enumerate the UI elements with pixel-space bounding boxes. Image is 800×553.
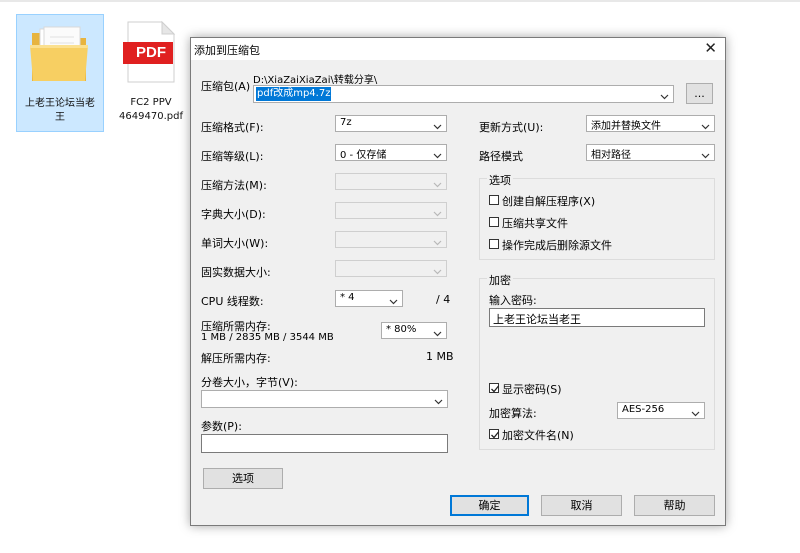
- dialog-title: 添加到压缩包: [194, 44, 260, 57]
- method-label: 压缩方法(M):: [201, 179, 267, 192]
- password-input[interactable]: 上老王论坛当老王: [489, 308, 705, 327]
- archive-name-value[interactable]: pdf改成mp4.7z: [256, 87, 332, 101]
- encrypt-names-label[interactable]: 加密文件名(N): [502, 427, 574, 443]
- check-icon: [491, 431, 500, 439]
- archive-label: 压缩包(A): [201, 80, 251, 93]
- solid-select[interactable]: [335, 260, 447, 277]
- help-button[interactable]: 帮助: [634, 495, 715, 516]
- top-divider: [0, 0, 800, 2]
- cpu-total: / 4: [436, 293, 451, 306]
- format-label: 压缩格式(F):: [201, 121, 264, 134]
- mem-decomp-value: 1 MB: [426, 350, 454, 363]
- params-input[interactable]: [201, 434, 448, 453]
- path-mode-label: 路径模式: [479, 150, 523, 163]
- ok-button[interactable]: 确定: [450, 495, 529, 516]
- shared-label[interactable]: 压缩共享文件: [502, 215, 568, 231]
- cpu-select[interactable]: * 4: [335, 290, 403, 307]
- close-icon[interactable]: ✕: [704, 40, 717, 56]
- chevron-down-icon: [433, 178, 442, 191]
- cancel-button[interactable]: 取消: [541, 495, 622, 516]
- update-select[interactable]: 添加并替换文件: [586, 115, 715, 132]
- folder-icon: [28, 23, 92, 88]
- dict-select[interactable]: [335, 202, 447, 219]
- word-select[interactable]: [335, 231, 447, 248]
- enc-method-value: AES-256: [622, 404, 665, 415]
- cpu-value: * 4: [340, 292, 355, 303]
- dict-label: 字典大小(D):: [201, 208, 266, 221]
- chevron-down-icon: [433, 120, 442, 133]
- delete-after-label[interactable]: 操作完成后删除源文件: [502, 237, 612, 253]
- pdf-label: FC2 PPV 4649470.pdf: [119, 97, 183, 122]
- level-select[interactable]: 0 - 仅存储: [335, 144, 447, 161]
- path-mode-select[interactable]: 相对路径: [586, 144, 715, 161]
- chevron-down-icon[interactable]: [660, 90, 669, 103]
- desktop-pdf-item[interactable]: PDF FC2 PPV 4649470.pdf: [108, 14, 194, 130]
- mem-percent-select[interactable]: * 80%: [381, 322, 447, 339]
- mem-decomp-label: 解压所需内存:: [201, 352, 271, 365]
- desktop-folder-item[interactable]: 上老王论坛当老王: [16, 14, 104, 132]
- add-to-archive-dialog: 添加到压缩包 ✕ 压缩包(A) D:\XiaZaiXiaZai\转载分享\ pd…: [190, 37, 726, 526]
- params-label: 参数(P):: [201, 420, 242, 433]
- format-select[interactable]: 7z: [335, 115, 447, 132]
- dialog-titlebar: 添加到压缩包 ✕: [191, 38, 725, 60]
- path-mode-value: 相对路径: [591, 150, 631, 161]
- chevron-down-icon: [433, 207, 442, 220]
- encrypt-group-title: 加密: [487, 272, 513, 288]
- sfx-checkbox[interactable]: [489, 195, 499, 205]
- chevron-down-icon: [433, 236, 442, 249]
- chevron-down-icon: [691, 407, 700, 420]
- encrypt-names-checkbox[interactable]: [489, 429, 500, 439]
- mem-percent-value: * 80%: [386, 324, 417, 335]
- split-label: 分卷大小，字节(V):: [201, 376, 298, 389]
- archive-name-combo[interactable]: pdf改成mp4.7z: [253, 85, 674, 103]
- show-password-checkbox[interactable]: [489, 383, 500, 393]
- check-icon: [491, 385, 500, 393]
- pdf-badge: PDF: [136, 44, 166, 61]
- enc-method-select[interactable]: AES-256: [617, 402, 705, 419]
- mem-comp-detail: 1 MB / 2835 MB / 3544 MB: [201, 332, 334, 343]
- options-button[interactable]: 选项: [203, 468, 283, 489]
- split-select[interactable]: [201, 390, 448, 408]
- enc-method-label: 加密算法:: [489, 407, 537, 420]
- chevron-down-icon: [433, 327, 442, 340]
- show-password-label[interactable]: 显示密码(S): [502, 381, 562, 397]
- chevron-down-icon: [434, 395, 443, 408]
- cpu-label: CPU 线程数:: [201, 295, 264, 308]
- update-label: 更新方式(U):: [479, 121, 544, 134]
- password-value: 上老王论坛当老王: [493, 313, 581, 326]
- update-value: 添加并替换文件: [591, 121, 661, 132]
- level-value: 0 - 仅存储: [340, 150, 387, 161]
- chevron-down-icon: [701, 149, 710, 162]
- word-label: 单词大小(W):: [201, 237, 269, 250]
- chevron-down-icon: [433, 265, 442, 278]
- format-value: 7z: [340, 117, 352, 128]
- folder-label: 上老王论坛当老王: [25, 98, 95, 123]
- archive-path: D:\XiaZaiXiaZai\转载分享\: [253, 75, 378, 86]
- browse-button[interactable]: ...: [686, 83, 713, 104]
- sfx-label[interactable]: 创建自解压程序(X): [502, 193, 595, 209]
- chevron-down-icon: [701, 120, 710, 133]
- password-label: 输入密码:: [489, 294, 537, 307]
- options-group-title: 选项: [487, 172, 513, 188]
- shared-checkbox[interactable]: [489, 217, 499, 227]
- solid-label: 固实数据大小:: [201, 266, 271, 279]
- chevron-down-icon: [389, 295, 398, 308]
- delete-after-checkbox[interactable]: [489, 239, 499, 249]
- method-select[interactable]: [335, 173, 447, 190]
- chevron-down-icon: [433, 149, 442, 162]
- level-label: 压缩等级(L):: [201, 150, 264, 163]
